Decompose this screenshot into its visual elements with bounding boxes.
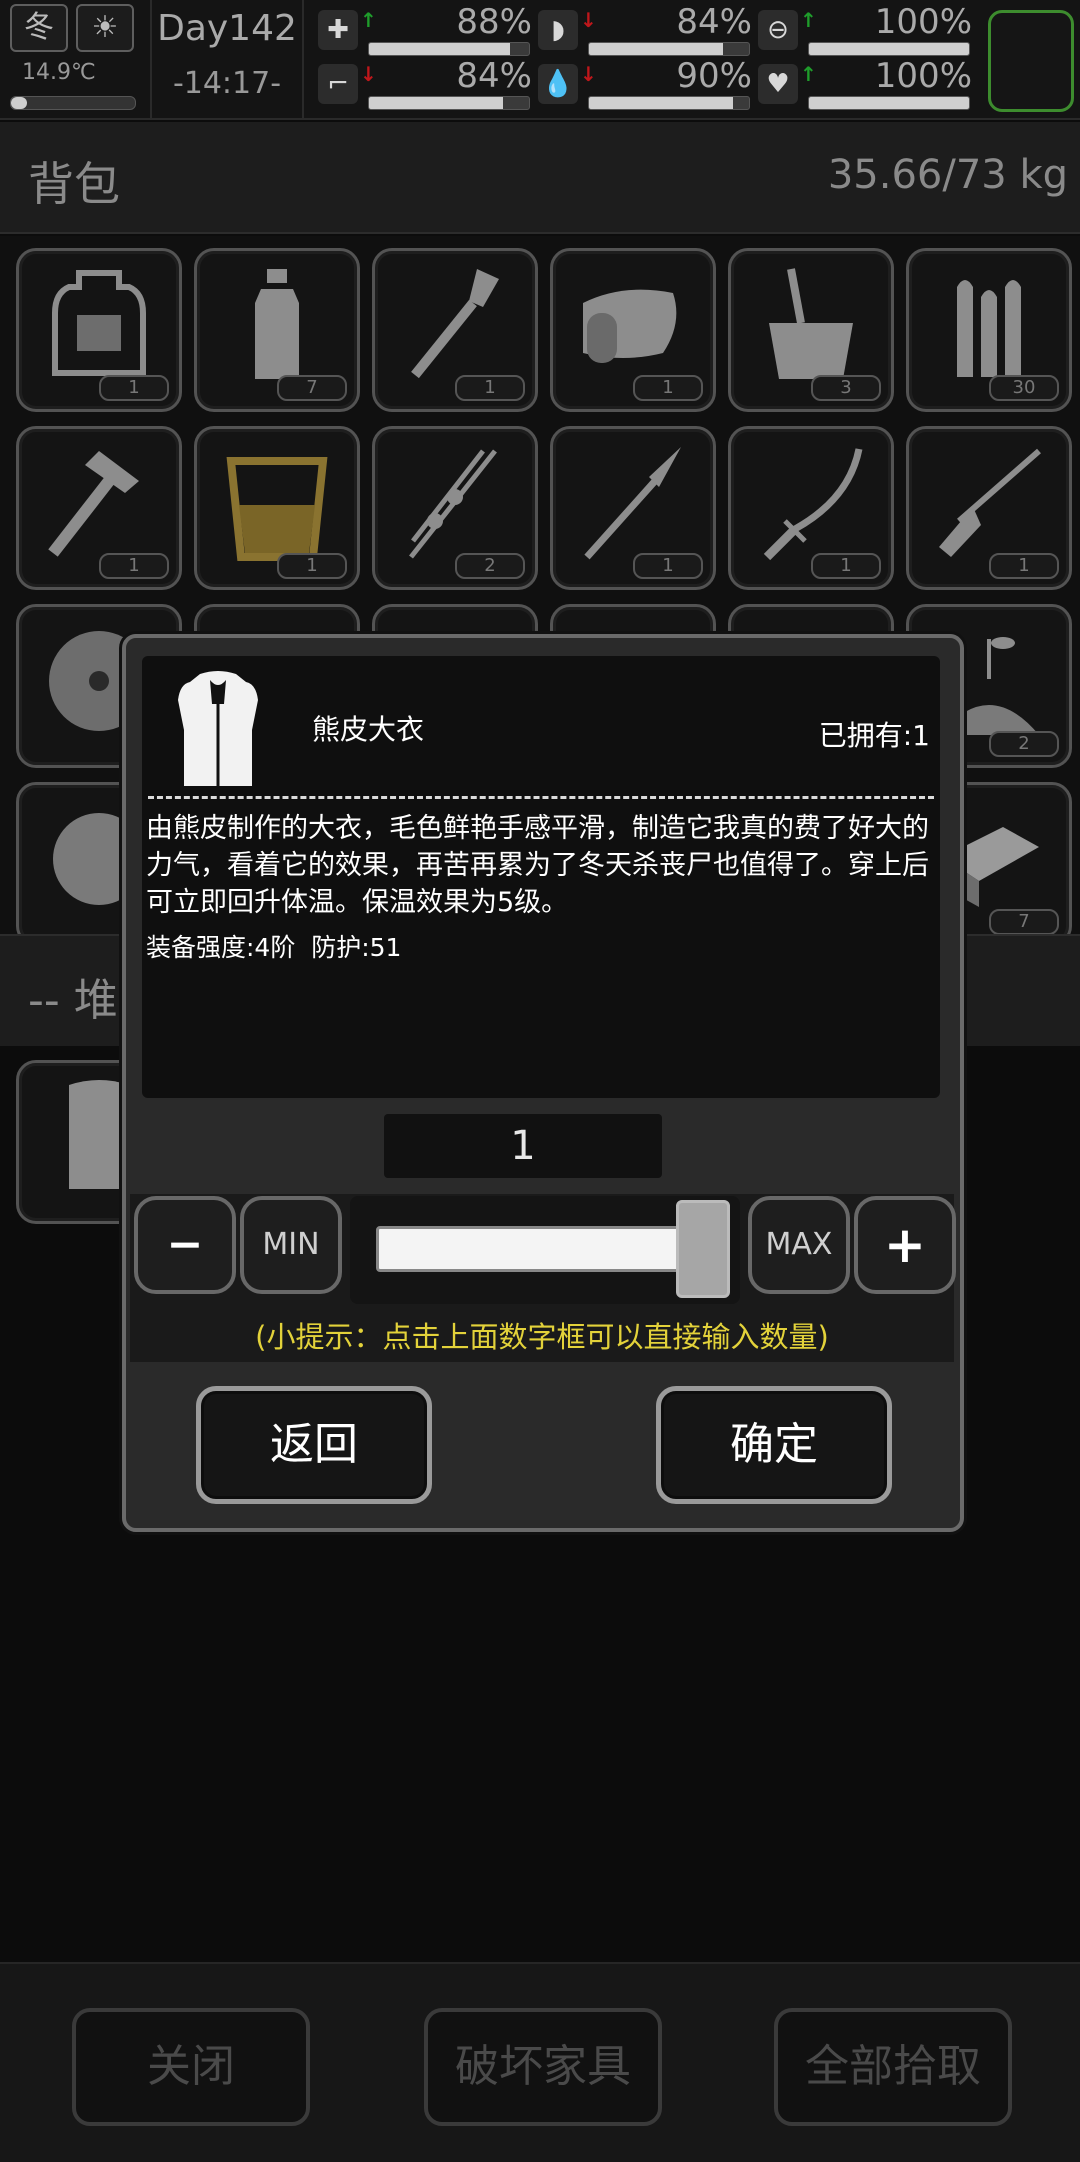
slider-handle[interactable] <box>676 1200 730 1298</box>
item-slot[interactable]: 1 <box>194 426 360 590</box>
pickup-all-button[interactable]: 全部拾取 <box>774 2008 1012 2126</box>
item-slot[interactable]: 1 <box>550 248 716 412</box>
item-description-panel: 熊皮大衣 已拥有:1 由熊皮制作的大衣，毛色鲜艳手感平滑，制造它我真的费了好大的… <box>142 656 940 1098</box>
sun-icon: ☀ <box>76 4 134 52</box>
quantity-slider[interactable] <box>350 1196 740 1304</box>
max-button[interactable]: MAX <box>748 1196 850 1294</box>
item-slot[interactable]: 7 <box>194 248 360 412</box>
arrow-up-icon: ↑ <box>800 8 817 32</box>
stat-hunger: ◗ ↓ 84% <box>538 2 758 56</box>
stomach-icon: ◗ <box>538 10 578 50</box>
hammer-icon <box>48 451 139 557</box>
arrow-up-icon: ↑ <box>800 62 817 86</box>
item-slot[interactable]: 3 <box>728 248 894 412</box>
owned-count: 已拥有:1 <box>818 719 930 752</box>
bullets-icon <box>957 280 1021 377</box>
item-slot[interactable]: 1 <box>16 426 182 590</box>
day-label: Day142 <box>157 8 297 49</box>
item-slot[interactable]: 1 <box>906 426 1072 590</box>
destroy-furniture-button[interactable]: 破坏家具 <box>424 2008 662 2126</box>
bear-coat-icon <box>178 671 258 786</box>
plus-button[interactable]: + <box>854 1196 956 1294</box>
status-bar: 冬 ☀ 14.9℃ Day142 -14:17- ✚ ↑ 88% ◗ ↓ 84%… <box>0 0 1080 120</box>
item-dialog: 熊皮大衣 已拥有:1 由熊皮制作的大衣，毛色鲜艳手感平滑，制造它我真的费了好大的… <box>122 634 964 1532</box>
item-name: 熊皮大衣 <box>312 713 425 746</box>
stat-health: ✚ ↑ 88% <box>318 2 538 56</box>
item-slot[interactable]: 1 <box>16 248 182 412</box>
water-drop-icon: 💧 <box>538 64 578 104</box>
glass-icon <box>226 457 328 561</box>
arrow-down-icon: ↓ <box>580 62 597 86</box>
arrow-down-icon: ↓ <box>360 62 377 86</box>
time-label: -14:17- <box>172 66 282 101</box>
bottom-bar: 关闭 破坏家具 全部拾取 <box>0 1962 1080 2162</box>
item-slot[interactable]: 1 <box>372 248 538 412</box>
season-badge: 冬 <box>10 4 68 52</box>
quantity-input[interactable]: 1 <box>384 1114 662 1178</box>
tip-text: (小提示：点击上面数字框可以直接输入数量) <box>255 1320 829 1354</box>
shovel-icon <box>411 269 499 379</box>
item-description: 由熊皮制作的大衣，毛色鲜艳手感平滑，制造它我真的费了好大的力气，看着它的效果，再… <box>146 813 929 918</box>
close-button[interactable]: 关闭 <box>72 2008 310 2126</box>
item-slot[interactable]: 1 <box>550 426 716 590</box>
back-button[interactable]: 返回 <box>196 1386 432 1504</box>
stat-water: 💧 ↓ 90% <box>538 56 758 110</box>
spear-icon <box>584 447 681 560</box>
stat-stamina: ⌐ ↓ 84% <box>318 56 538 110</box>
backpack-icon <box>52 270 146 376</box>
day-time-panel: Day142 -14:17- <box>150 0 304 118</box>
katana-icon <box>763 448 863 561</box>
rifle-icon <box>939 448 1041 557</box>
bone-spear-icon <box>409 449 497 559</box>
item-slot[interactable]: 2 <box>372 426 538 590</box>
stat-medicine: ⊖ ↑ 100% <box>758 2 978 56</box>
confirm-button[interactable]: 确定 <box>656 1386 892 1504</box>
equipped-slot[interactable] <box>988 10 1074 112</box>
slider-track <box>376 1226 682 1272</box>
min-button[interactable]: MIN <box>240 1196 342 1294</box>
arrow-down-icon: ↓ <box>580 8 597 32</box>
medkit-icon: ✚ <box>318 10 358 50</box>
quantity-controls: − MIN MAX + (小提示：点击上面数字框可以直接输入数量) <box>130 1194 956 1362</box>
item-slot[interactable]: 1 <box>728 426 894 590</box>
divider <box>148 796 934 799</box>
stat-mood: ♥ ↑ 100% <box>758 56 978 110</box>
backpack-title: 背包 <box>28 157 120 211</box>
heart-icon: ♥ <box>758 64 798 104</box>
bucket-icon <box>769 268 853 379</box>
foot-icon: ⌐ <box>318 64 358 104</box>
pill-icon: ⊖ <box>758 10 798 50</box>
bandage-icon <box>583 289 677 363</box>
minus-button[interactable]: − <box>134 1196 236 1294</box>
backpack-weight: 35.66/73 kg <box>827 152 1068 198</box>
temperature-bar <box>10 96 136 110</box>
item-slot[interactable]: 30 <box>906 248 1072 412</box>
temperature-value: 14.9℃ <box>22 60 96 85</box>
pile-title: -- 堆 <box>28 975 118 1026</box>
backpack-header: 背包 35.66/73 kg <box>0 122 1080 234</box>
bottle-icon <box>255 269 299 379</box>
arrow-up-icon: ↑ <box>360 8 377 32</box>
item-stats: 装备强度:4阶 防护:51 <box>146 933 402 962</box>
